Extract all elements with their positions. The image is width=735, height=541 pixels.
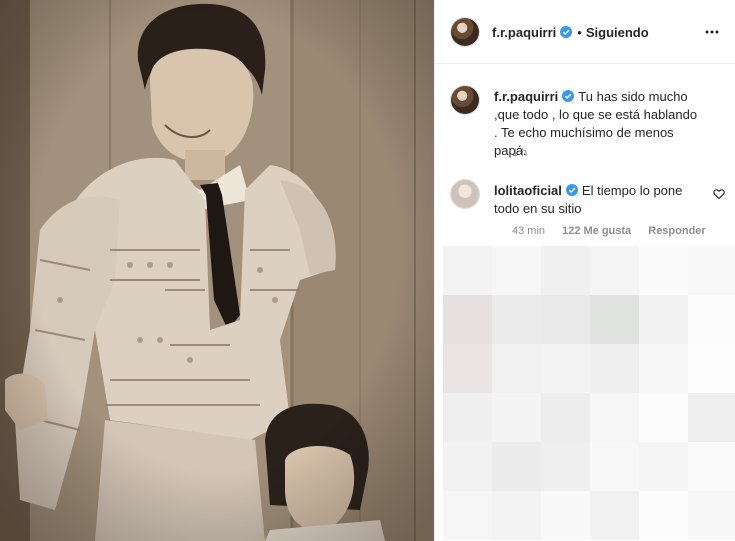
header-user-info: f.r.paquirri • Siguiendo: [492, 25, 649, 40]
blur-cell: [443, 393, 492, 442]
comment-text-block: lolitaoficial El tiempo lo pone todo en s…: [494, 182, 699, 218]
blur-cell: [688, 344, 735, 393]
comment-meta: 43 min 122 Me gusta Responder: [512, 225, 720, 237]
blurred-comments-area: [435, 246, 735, 541]
blur-cell: [639, 295, 688, 344]
blur-cell: [443, 442, 492, 491]
post-caption: f.r.paquirri Tu has sido mucho ,que todo …: [451, 86, 721, 166]
commenter-avatar[interactable]: [451, 180, 479, 208]
blur-cell: [639, 344, 688, 393]
blur-cell: [443, 344, 492, 393]
comment-likes-button[interactable]: 122 Me gusta: [562, 225, 631, 237]
blur-cell: [688, 442, 735, 491]
blur-cell: [492, 295, 541, 344]
blur-cell: [541, 491, 590, 540]
blur-cell: [639, 491, 688, 540]
blur-cell: [590, 491, 639, 540]
blur-cell: [590, 442, 639, 491]
author-username[interactable]: f.r.paquirri: [492, 25, 556, 40]
blur-cell: [590, 246, 639, 295]
blur-cell: [541, 295, 590, 344]
blur-cell: [688, 246, 735, 295]
comment-item: lolitaoficial El tiempo lo pone todo en s…: [451, 180, 725, 250]
blur-cell: [492, 491, 541, 540]
blur-cell: [492, 393, 541, 442]
more-options-icon[interactable]: [704, 24, 720, 40]
caption-author-username[interactable]: f.r.paquirri: [494, 89, 558, 104]
verified-badge-icon: [560, 26, 573, 38]
blur-cell: [541, 393, 590, 442]
blur-cell: [639, 393, 688, 442]
post-side-panel: f.r.paquirri • Siguiendo f.r.paquirri Tu ha…: [434, 0, 735, 541]
caption-meta: 1 h: [512, 147, 541, 159]
heart-icon[interactable]: [713, 188, 725, 200]
blur-cell: [590, 344, 639, 393]
blur-cell: [443, 491, 492, 540]
reply-button[interactable]: Responder: [648, 225, 705, 237]
blur-cell: [688, 491, 735, 540]
blur-cell: [443, 295, 492, 344]
header-separator: •: [577, 25, 582, 40]
blur-cell: [639, 442, 688, 491]
photo-illustration: [0, 0, 434, 541]
post-header: f.r.paquirri • Siguiendo: [435, 0, 735, 64]
blur-cell: [492, 246, 541, 295]
verified-badge-icon: [565, 184, 578, 196]
blur-cell: [492, 442, 541, 491]
commenter-username[interactable]: lolitaoficial: [494, 183, 562, 198]
blur-cell: [590, 393, 639, 442]
blur-cell: [443, 246, 492, 295]
verified-badge-icon: [562, 90, 575, 102]
blur-cell: [639, 246, 688, 295]
blur-cell: [492, 344, 541, 393]
follow-status-button[interactable]: Siguiendo: [586, 25, 649, 40]
blur-cell: [688, 295, 735, 344]
blur-cell: [541, 344, 590, 393]
comment-timestamp[interactable]: 43 min: [512, 225, 545, 237]
blur-cell: [688, 393, 735, 442]
author-avatar[interactable]: [451, 18, 479, 46]
blur-cell: [590, 295, 639, 344]
blur-cell: [541, 246, 590, 295]
caption-timestamp[interactable]: 1 h: [512, 147, 527, 159]
blur-cell: [541, 442, 590, 491]
caption-author-avatar[interactable]: [451, 86, 479, 114]
post-photo[interactable]: [0, 0, 434, 541]
